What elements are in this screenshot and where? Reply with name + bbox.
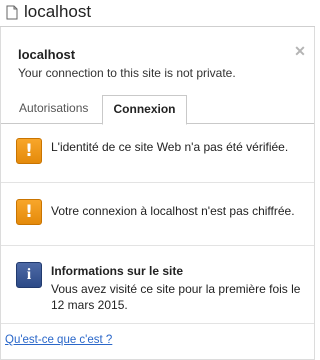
info-icon: i bbox=[16, 262, 42, 288]
connection-status: Your connection to this site is not priv… bbox=[18, 66, 236, 80]
warning-icon: ! bbox=[16, 199, 42, 225]
help-link[interactable]: Qu'est-ce que c'est ? bbox=[5, 334, 112, 346]
tab-connexion[interactable]: Connexion bbox=[102, 95, 187, 125]
site-name: localhost bbox=[18, 47, 76, 62]
omnibox[interactable]: localhost bbox=[0, 0, 315, 27]
page-icon[interactable] bbox=[6, 5, 18, 20]
tab-autorisations[interactable]: Autorisations bbox=[19, 101, 88, 115]
omnibox-url[interactable]: localhost bbox=[24, 2, 91, 22]
warning-icon: ! bbox=[16, 138, 42, 164]
section-divider bbox=[1, 323, 314, 324]
site-info-popup: localhost Your connection to this site i… bbox=[0, 27, 315, 360]
identity-warning-text: L'identité de ce site Web n'a pas été vé… bbox=[51, 140, 289, 154]
section-divider bbox=[1, 182, 314, 183]
site-info-detail: Vous avez visité ce site pour la premièr… bbox=[51, 282, 301, 312]
close-icon[interactable]: ✕ bbox=[292, 43, 308, 59]
encryption-warning-text: Votre connexion à localhost n'est pas ch… bbox=[51, 204, 295, 218]
site-info-title: Informations sur le site bbox=[51, 264, 184, 278]
section-divider bbox=[1, 245, 314, 246]
